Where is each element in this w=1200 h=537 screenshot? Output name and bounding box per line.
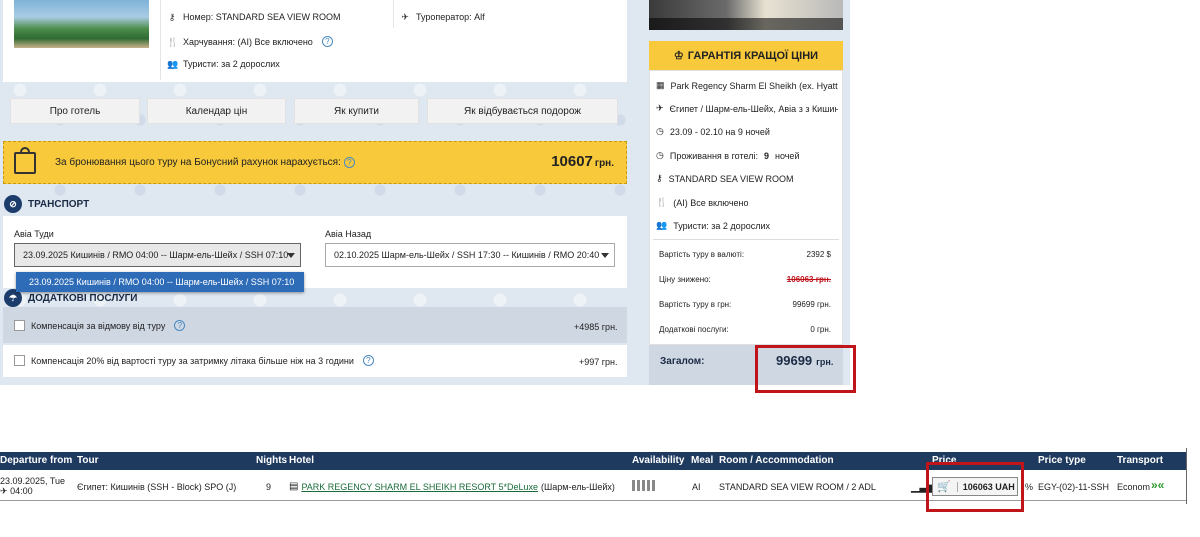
price-row-discount: Ціну знижено: 106063 грн. [659, 275, 831, 284]
info-tourists: 👥 Туристи: за 2 дорослих [167, 59, 280, 69]
divider [653, 239, 839, 240]
cell-room: STANDARD SEA VIEW ROOM / 2 ADL [719, 482, 876, 492]
highlight-box-total [755, 345, 856, 393]
col-departure[interactable]: Departure from [0, 455, 72, 466]
hotel-icon: ▤ [289, 481, 299, 492]
cell-departure-time: ✈ 04:00 [0, 486, 33, 496]
transport-arrows-icon: »« [1151, 478, 1165, 492]
compass-icon: ⊘ [4, 195, 22, 213]
bonus-banner: За бронювання цього туру на Бонусний рах… [3, 141, 627, 184]
plane-icon: ✈ [0, 486, 8, 496]
extra-checkbox-2[interactable] [14, 355, 25, 366]
col-nights[interactable]: Nights [256, 455, 287, 466]
cell-transport: Econom [1117, 482, 1151, 492]
summary-tourists: 👥 Туристи: за 2 дорослих [656, 220, 770, 231]
hotel-photo [14, 0, 149, 48]
flight-to-select[interactable]: 23.09.2025 Кишинів / RMO 04:00 -- Шарм-е… [14, 243, 301, 267]
highlight-box-price [926, 462, 1024, 512]
cell-hotel: ▤ PARK REGENCY SHARM EL SHEIKH RESORT 5*D… [289, 481, 615, 492]
clock-icon: ◷ [656, 150, 664, 160]
tab-how-to-buy[interactable]: Як купити [294, 98, 419, 124]
availability-bars [632, 480, 655, 491]
extra-price-1: +4985 грн. [574, 322, 618, 332]
chevron-down-icon [287, 253, 295, 258]
people-icon: 👥 [167, 59, 179, 69]
cell-tour: Єгипет: Кишинів (SSH - Block) SPO (J) [77, 482, 237, 492]
plane-icon: ✈ [656, 103, 664, 113]
bonus-text: За бронювання цього туру на Бонусний рах… [55, 157, 341, 168]
people-icon: 👥 [656, 220, 668, 230]
plane-icon: ✈ [401, 12, 409, 22]
col-tour[interactable]: Tour [77, 455, 98, 466]
extra-price-2: +997 грн. [579, 357, 618, 367]
info-operator: ✈ Туроператор: Alf [401, 12, 485, 22]
col-availability[interactable]: Availability [632, 455, 684, 466]
key-icon: ⚷ [168, 12, 176, 22]
award-icon: ♔ [673, 50, 684, 62]
help-icon[interactable]: ? [362, 355, 374, 366]
price-row-uah: Вартість туру в грн: 99699 грн. [659, 300, 831, 309]
chevron-down-icon [601, 253, 609, 258]
summary-meal: 🍴 (AI) Все включено [656, 197, 749, 208]
video-controls[interactable] [649, 18, 843, 30]
back-label: Авіа Назад [325, 229, 372, 239]
gift-bow [20, 147, 30, 153]
price-row-currency: Вартість туру в валюті: 2392 $ [659, 250, 831, 259]
tab-price-calendar[interactable]: Календар цін [147, 98, 286, 124]
col-price-type[interactable]: Price type [1038, 455, 1086, 466]
cell-nights: 9 [266, 482, 272, 492]
hotel-link[interactable]: PARK REGENCY SHARM EL SHEIKH RESORT 5*De… [301, 482, 538, 492]
tab-how-trip-goes[interactable]: Як відбувається подорож [427, 98, 618, 124]
transport-section-title: ⊘ ТРАНСПОРТ [4, 195, 89, 213]
extra-checkbox-1[interactable] [14, 320, 25, 331]
total-label: Загалом: [660, 356, 705, 367]
table-edge [1186, 448, 1187, 504]
price-row-extras: Додаткові послуги: 0 грн. [659, 325, 831, 334]
flight-back-select[interactable]: 02.10.2025 Шарм-ель-Шейх / SSH 17:30 -- … [325, 243, 615, 267]
dropdown-option-selected[interactable]: 23.09.2025 Кишинів / RMO 04:00 -- Шарм-е… [16, 272, 304, 292]
percent-icon: % [1025, 482, 1034, 492]
col-hotel[interactable]: Hotel [289, 455, 314, 466]
help-icon[interactable]: ? [343, 157, 355, 168]
summary-room: ⚷ STANDARD SEA VIEW ROOM [656, 173, 794, 184]
help-icon[interactable]: ? [174, 320, 186, 331]
col-meal[interactable]: Meal [691, 455, 713, 466]
summary-stay: ◷ Проживання в готелі: 9 ночей [656, 150, 800, 161]
cutlery-icon: 🍴 [167, 36, 179, 47]
best-price-guarantee-banner[interactable]: ♔ ГАРАНТІЯ КРАЩОЇ ЦІНИ [649, 41, 843, 70]
summary-route: ✈ Єгипет / Шарм-ель-Шейх, Авіа з з Кишині… [656, 103, 838, 114]
help-icon[interactable]: ? [321, 36, 333, 47]
divider [160, 0, 161, 80]
tab-about-hotel[interactable]: Про готель [10, 98, 140, 124]
info-meal: 🍴 Харчування: (AI) Все включено? [167, 36, 333, 47]
cutlery-icon: 🍴 [656, 197, 668, 207]
clock-icon: ◷ [656, 126, 664, 136]
bonus-amount: 10607 грн. [551, 153, 614, 170]
hotel-icon: ▦ [656, 80, 665, 90]
summary-hotel: ▦ Park Regency Sharm El Sheikh (ex. Hyatt… [656, 80, 839, 91]
cell-price-type: EGY-(02)-11-SSH [1038, 482, 1110, 492]
col-room[interactable]: Room / Accommodation [719, 455, 834, 466]
cell-meal: AI [692, 482, 701, 492]
key-icon: ⚷ [656, 173, 663, 183]
divider [393, 0, 394, 28]
summary-dates: ◷ 23.09 - 02.10 на 9 ночей [656, 126, 770, 137]
to-label: Авіа Туди [14, 229, 54, 239]
gift-icon [14, 152, 36, 174]
info-room: ⚷ Номер: STANDARD SEA VIEW ROOM [168, 12, 341, 22]
cell-departure-date: 23.09.2025, Tue [0, 476, 66, 486]
col-transport[interactable]: Transport [1117, 455, 1163, 466]
